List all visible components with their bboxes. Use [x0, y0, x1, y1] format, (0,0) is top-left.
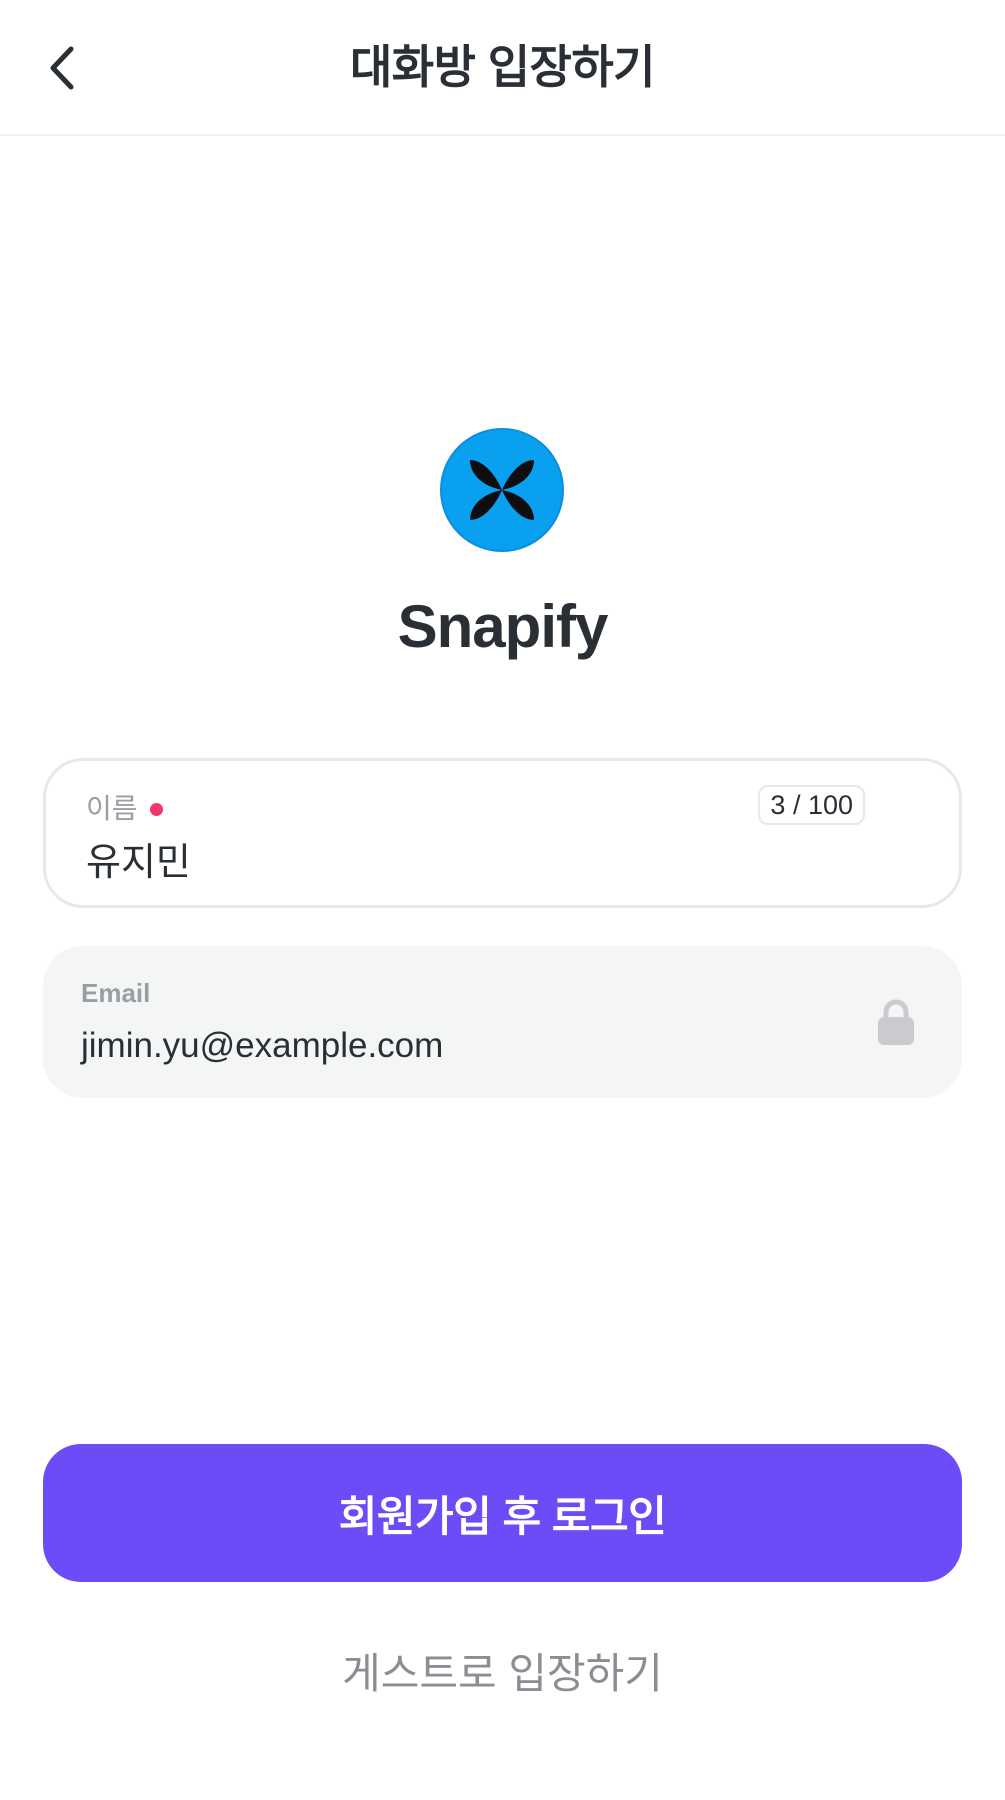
- page-title: 대화방 입장하기: [349, 41, 656, 93]
- signup-login-button[interactable]: 회원가입 후 로그인: [43, 1444, 962, 1582]
- required-indicator: [149, 802, 163, 816]
- name-field[interactable]: 이름 3 / 100: [43, 758, 962, 908]
- top-bar: 대화방 입장하기: [0, 0, 1005, 136]
- email-value: jimin.yu@example.com: [81, 1026, 444, 1065]
- char-counter: 3 / 100: [758, 785, 865, 825]
- lock-icon: [878, 999, 914, 1045]
- brand-logo: [440, 428, 564, 552]
- name-input[interactable]: [86, 837, 786, 880]
- butterfly-logo-icon: [470, 460, 534, 520]
- brand-name: Snapify: [397, 593, 609, 660]
- back-button[interactable]: [38, 38, 86, 98]
- screen: 대화방 입장하기 Snapify 이름 3 / 100 Email jimin.…: [0, 0, 1005, 1800]
- email-field: Email jimin.yu@example.com: [43, 946, 962, 1098]
- email-field-label: Email: [81, 978, 151, 1008]
- name-field-label: 이름: [86, 793, 138, 824]
- name-field-label-row: 이름: [86, 787, 163, 827]
- chevron-left-icon: [50, 46, 74, 90]
- guest-enter-link[interactable]: 게스트로 입장하기: [0, 1640, 1005, 1701]
